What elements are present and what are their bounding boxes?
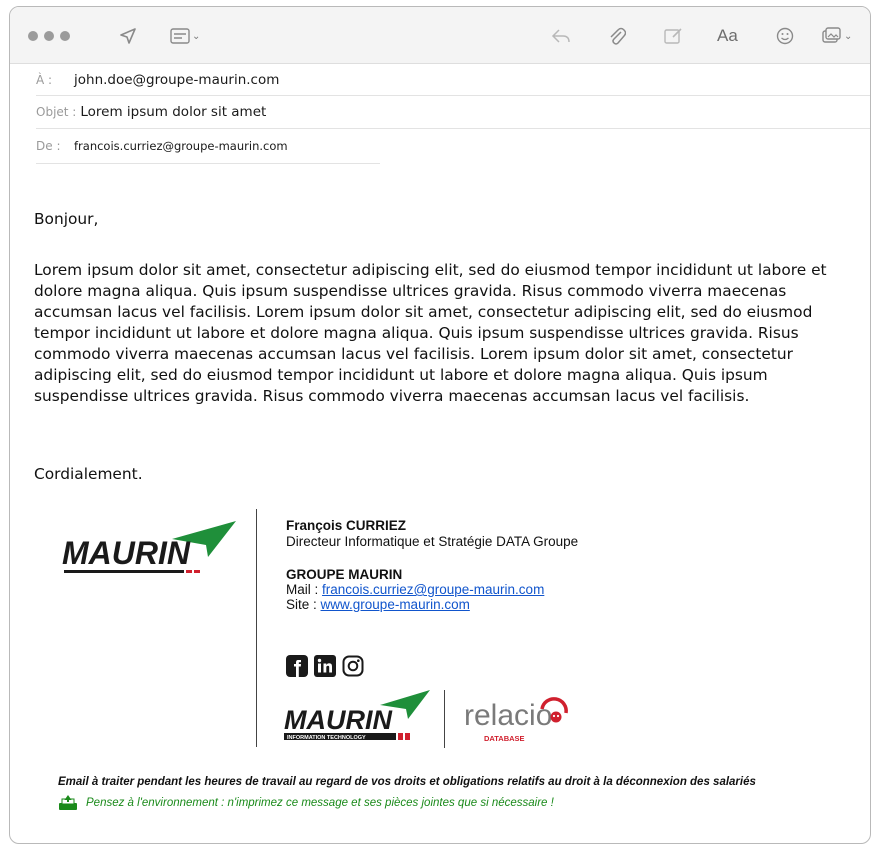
message-paragraph: Lorem ipsum dolor sit amet, consectetur … <box>34 261 827 405</box>
facebook-icon[interactable] <box>286 655 308 677</box>
linkedin-icon[interactable] <box>314 655 336 677</box>
instagram-icon[interactable] <box>342 655 364 677</box>
zoom-dot-icon[interactable] <box>60 31 70 41</box>
reply-icon <box>551 29 570 43</box>
eco-note-text: Pensez à l'environnement : n'imprimez ce… <box>86 797 554 809</box>
from-field-row[interactable]: De : francois.curriez@groupe-maurin.com <box>36 129 380 164</box>
closing: Cordialement. <box>34 465 143 483</box>
emoji-icon <box>776 27 794 45</box>
relacio-subtitle: DATABASE <box>484 734 525 743</box>
reply-button[interactable] <box>551 25 571 47</box>
chevron-down-icon: ⌄ <box>844 30 853 42</box>
minimize-dot-icon[interactable] <box>44 31 54 41</box>
site-label: Site : <box>286 597 317 612</box>
signature-block: François CURRIEZ Directeur Informatique … <box>286 518 578 612</box>
send-icon <box>120 28 136 44</box>
paperclip-icon <box>610 27 626 45</box>
maurin-it-subtitle: INFORMATION TECHNOLOGY <box>287 735 366 741</box>
header-fields-button[interactable]: ⌄ <box>170 25 200 47</box>
from-label: De : <box>36 139 61 153</box>
photo-browser-button[interactable]: ⌄ <box>822 25 852 47</box>
signature-company: GROUPE MAURIN <box>286 567 403 582</box>
signature-title: Directeur Informatique et Stratégie DATA… <box>286 534 579 549</box>
maurin-it-logo-text: MAURIN <box>284 705 392 735</box>
eco-note: Pensez à l'environnement : n'imprimez ce… <box>58 795 554 811</box>
compose-toolbar: ⌄ Aa ⌄ <box>10 7 870 64</box>
from-field[interactable]: francois.curriez@groupe-maurin.com <box>74 139 288 153</box>
relacio-logo-text: relacio <box>464 699 552 732</box>
signature-name: François CURRIEZ <box>286 518 407 533</box>
send-button[interactable] <box>118 25 138 47</box>
close-dot-icon[interactable] <box>28 31 38 41</box>
disconnection-disclaimer: Email à traiter pendant les heures de tr… <box>58 776 756 788</box>
subject-label: Objet : <box>36 105 77 119</box>
maurin-it-logo: MAURIN INFORMATION TECHNOLOGY <box>280 687 440 747</box>
mail-label: Mail : <box>286 582 319 597</box>
chevron-down-icon: ⌄ <box>192 30 201 42</box>
signature-divider <box>256 509 257 747</box>
photo-browser-icon <box>822 27 841 43</box>
emoji-button[interactable] <box>776 25 794 47</box>
window-controls[interactable] <box>28 25 70 47</box>
printer-tree-icon <box>59 795 77 810</box>
attach-button[interactable] <box>608 25 626 47</box>
maurin-logo: MAURIN <box>60 517 240 579</box>
mail-link[interactable]: francois.curriez@groupe-maurin.com <box>322 582 544 597</box>
format-font-button[interactable]: Aa <box>717 25 738 47</box>
to-field-row[interactable]: À : john.doe@groupe-maurin.com <box>36 65 870 96</box>
subject-field[interactable]: Lorem ipsum dolor sit amet <box>80 104 266 120</box>
social-links <box>286 655 364 677</box>
to-label: À : <box>36 73 53 87</box>
to-field[interactable]: john.doe@groupe-maurin.com <box>74 72 279 88</box>
maurin-logo-text: MAURIN <box>62 535 191 571</box>
mail-compose-window: ⌄ Aa ⌄ À : john.doe@groupe-maurin.com Ob… <box>9 6 871 844</box>
markup-icon <box>664 28 682 44</box>
subject-field-row[interactable]: Objet : Lorem ipsum dolor sit amet <box>36 96 870 129</box>
header-fields-icon <box>170 28 190 44</box>
site-link[interactable]: www.groupe-maurin.com <box>321 597 470 612</box>
markup-button[interactable] <box>664 25 684 47</box>
logo-divider <box>444 690 445 748</box>
relacio-logo: relacio DATABASE <box>460 687 590 747</box>
greeting: Bonjour, <box>34 210 99 228</box>
